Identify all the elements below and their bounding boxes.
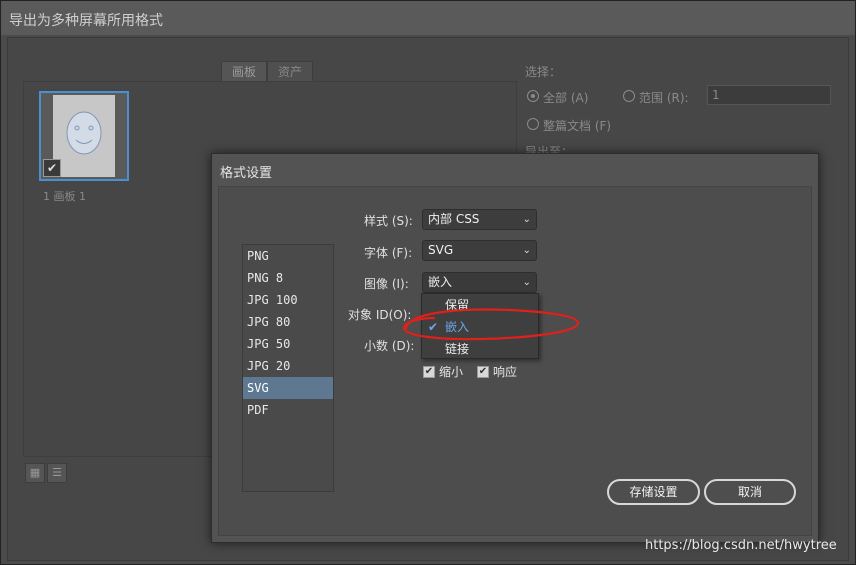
smiley-face-icon: [66, 111, 102, 155]
format-item-svg[interactable]: SVG: [243, 377, 333, 399]
chevron-down-icon: ⌄: [522, 277, 531, 288]
style-select[interactable]: 内部 CSS ⌄: [422, 209, 537, 230]
all-label: 全部 (A): [543, 91, 589, 105]
grid-view-icon[interactable]: ▦: [25, 463, 45, 483]
font-select[interactable]: SVG ⌄: [422, 240, 537, 261]
responsive-option[interactable]: ✔ 响应: [477, 363, 517, 380]
chevron-down-icon: ⌄: [522, 214, 531, 225]
image-label: 图像 (I):: [364, 277, 409, 291]
cancel-button[interactable]: 取消: [704, 479, 796, 505]
image-option-preserve[interactable]: 保留: [422, 294, 538, 316]
format-item-jpg20[interactable]: JPG 20: [243, 355, 333, 377]
font-label: 字体 (F):: [364, 246, 413, 260]
image-option-link[interactable]: 链接: [422, 338, 538, 360]
tab-artboard[interactable]: 画板: [221, 61, 268, 81]
image-select[interactable]: 嵌入 ⌄: [422, 272, 537, 293]
list-view-icon[interactable]: ☰: [47, 463, 67, 483]
image-value: 嵌入: [428, 275, 453, 289]
format-item-jpg50[interactable]: JPG 50: [243, 333, 333, 355]
artboard-thumbnail[interactable]: ✔: [39, 91, 129, 181]
tab-assets[interactable]: 资产: [267, 61, 314, 81]
format-item-png8[interactable]: PNG 8: [243, 267, 333, 289]
radio-whole-document[interactable]: [527, 118, 539, 130]
checkmark-icon: ✔: [428, 320, 439, 334]
radio-all[interactable]: [527, 90, 539, 102]
window-title: 导出为多种屏幕所用格式: [9, 13, 163, 29]
image-option-embed[interactable]: ✔ 嵌入: [422, 316, 538, 338]
whole-document-label: 整篇文档 (F): [543, 119, 612, 133]
image-options-menu: 保留 ✔ 嵌入 链接: [421, 293, 539, 359]
radio-range[interactable]: [623, 90, 635, 102]
range-input[interactable]: 1: [707, 85, 831, 105]
responsive-checkbox[interactable]: ✔: [477, 365, 489, 378]
select-label: 选择：: [525, 65, 562, 79]
format-item-pdf[interactable]: PDF: [243, 399, 333, 421]
image-option-embed-label: 嵌入: [445, 320, 470, 334]
artboard-label: 1 画板 1: [43, 190, 86, 203]
minify-label: 缩小: [439, 365, 464, 379]
view-toggle: ▦ ☰: [25, 463, 67, 483]
watermark: https://blog.csdn.net/hwytree: [645, 538, 837, 553]
decimal-label: 小数 (D):: [364, 339, 415, 353]
object-id-label: 对象 ID(O):: [348, 308, 412, 322]
range-label: 范围 (R):: [639, 91, 689, 105]
font-value: SVG: [428, 243, 454, 257]
export-tabs: 画板 资产: [221, 61, 314, 81]
format-item-jpg100[interactable]: JPG 100: [243, 289, 333, 311]
format-item-jpg80[interactable]: JPG 80: [243, 311, 333, 333]
save-settings-button[interactable]: 存储设置: [607, 479, 700, 505]
artboard-preview: [53, 95, 115, 177]
minify-checkbox[interactable]: ✔: [423, 365, 435, 378]
dialog-title: 格式设置: [220, 166, 273, 181]
format-list: PNG PNG 8 JPG 100 JPG 80 JPG 50 JPG 20 S…: [242, 244, 334, 492]
responsive-label: 响应: [493, 365, 518, 379]
style-label: 样式 (S):: [364, 214, 413, 228]
format-item-png[interactable]: PNG: [243, 245, 333, 267]
chevron-down-icon: ⌄: [522, 245, 531, 256]
dialog-title-bar: 格式设置: [212, 154, 818, 184]
window-title-bar: 导出为多种屏幕所用格式: [1, 1, 855, 35]
minify-option[interactable]: ✔ 缩小: [423, 363, 463, 380]
style-value: 内部 CSS: [428, 212, 480, 226]
artboard-checkbox[interactable]: ✔: [43, 159, 61, 177]
